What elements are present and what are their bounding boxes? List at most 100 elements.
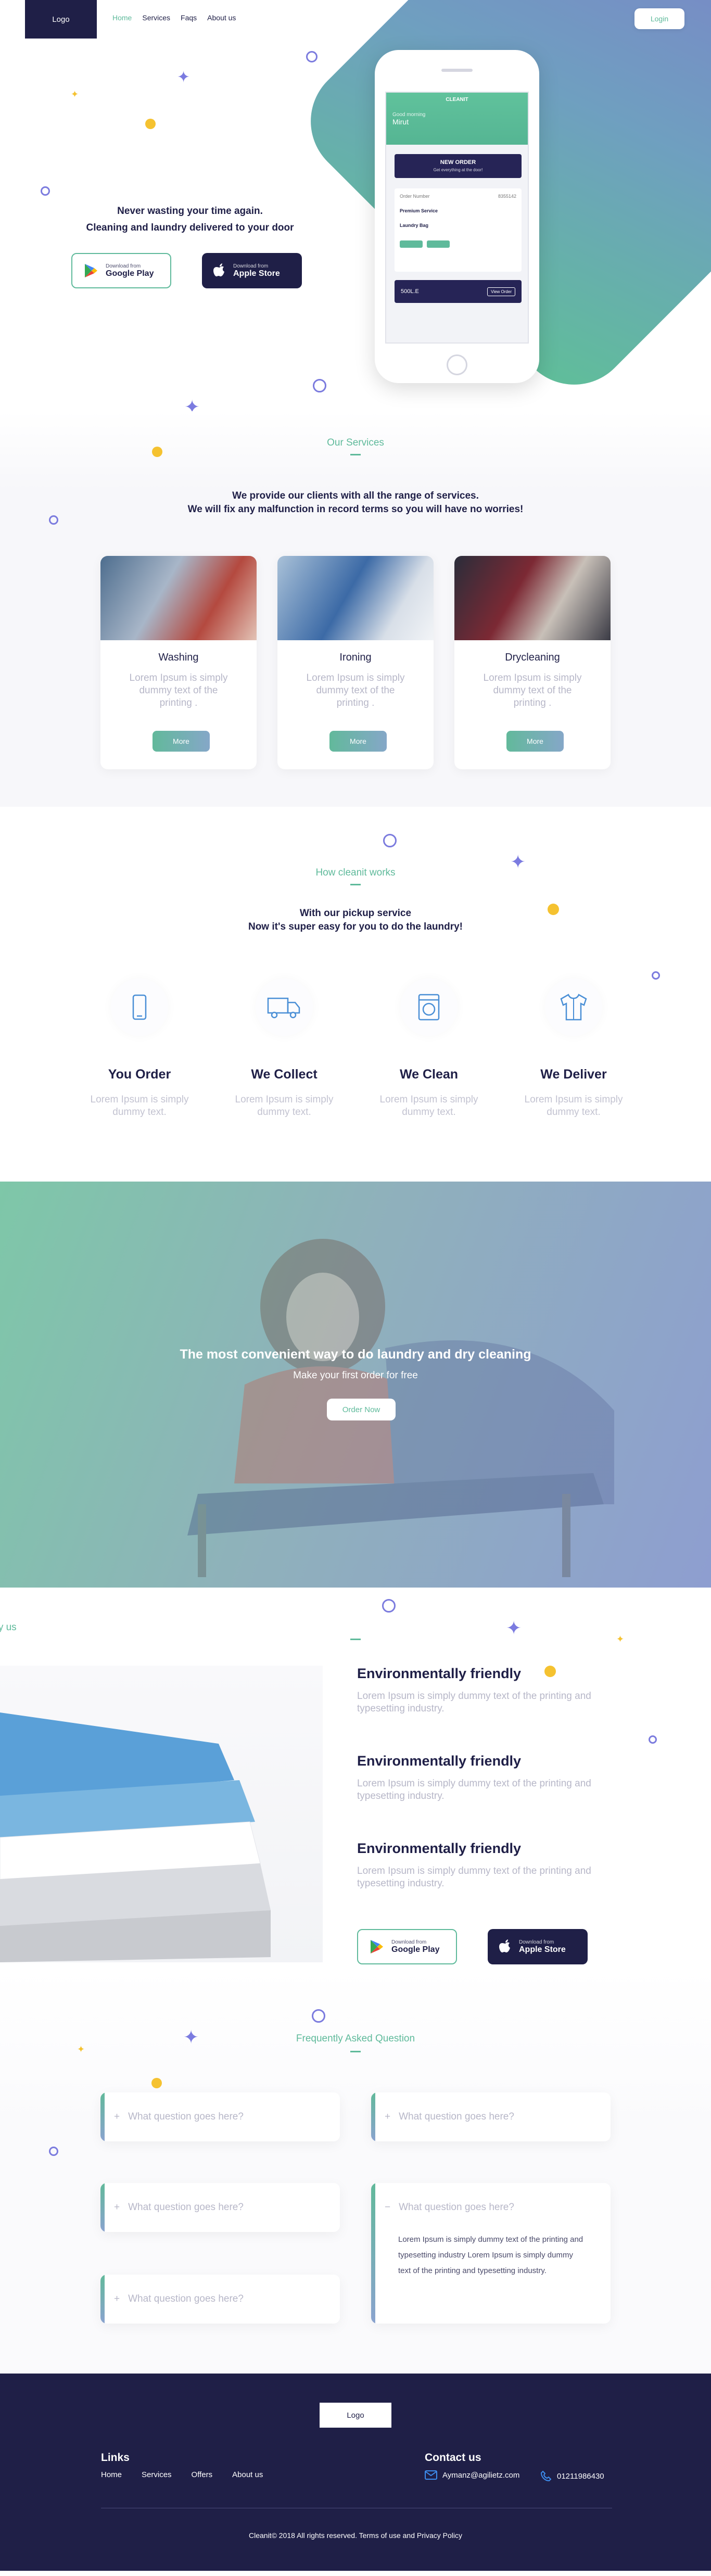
app-view-order[interactable]: View Order <box>487 287 515 296</box>
app-total-bar: 500L.E View Order <box>395 280 522 303</box>
phone-mockup: CLEANIT Good morning Mirut NEW ORDER Get… <box>375 50 539 383</box>
faq-item[interactable]: + What question goes here? <box>371 2092 611 2141</box>
apple-store-button[interactable]: Download from Apple Store <box>202 253 302 288</box>
how-step-clean: We Clean Lorem Ipsum is simply dummy tex… <box>372 979 486 1119</box>
service-more-button[interactable]: More <box>506 731 564 752</box>
footer-phone-text: 01211986430 <box>557 2471 604 2481</box>
footer-email[interactable]: Aymanz@agilietz.com <box>425 2470 519 2480</box>
faq-underline <box>350 2051 361 2052</box>
footer-logo[interactable]: Logo <box>320 2403 391 2428</box>
how-icon-circle <box>545 979 602 1036</box>
service-more-button[interactable]: More <box>153 731 210 752</box>
footer-link-offers[interactable]: Offers <box>192 2470 213 2479</box>
services-section: Our Services We provide our clients with… <box>0 411 711 807</box>
app-new-order-banner[interactable]: NEW ORDER Get everything at the door! <box>395 154 522 178</box>
footer-contact-title: Contact us <box>425 2452 481 2464</box>
banner-title: The most convenient way to do laundry an… <box>180 1347 531 1362</box>
service-more-button[interactable]: More <box>329 731 387 752</box>
dot-decoration <box>151 2078 162 2088</box>
plus-icon: + <box>114 2202 120 2213</box>
envelope-icon <box>425 2470 437 2480</box>
google-play-button[interactable]: Download from Google Play <box>71 253 171 288</box>
ring-decoration <box>649 1735 657 1744</box>
faq-accent-bar <box>371 2183 375 2324</box>
how-icon-circle <box>256 979 313 1036</box>
star-decoration: ✦ <box>71 89 79 99</box>
apple-store-button[interactable]: Download from Apple Store <box>488 1929 588 1964</box>
app-laundry-bag: Laundry Bag <box>400 223 429 228</box>
app-header: CLEANIT Good morning Mirut <box>386 93 528 145</box>
why-us-section: ✦ ✦ Why us Environmentally friendly Lore… <box>0 1588 711 1968</box>
google-play-text: Download from Google Play <box>391 1939 439 1955</box>
why-item-desc: Lorem Ipsum is simply dummy text of the … <box>357 1691 591 1714</box>
faq-item-expanded[interactable]: − What question goes here? Lorem Ipsum is… <box>371 2183 611 2324</box>
star-decoration: ✦ <box>616 1634 625 1644</box>
laundry-woman-illustration <box>187 1239 614 1577</box>
how-step-desc: Lorem Ipsum is simply dummy text. <box>235 1094 334 1118</box>
footer-link-about-us[interactable]: About us <box>232 2470 263 2479</box>
service-name: Ironing <box>339 652 372 663</box>
phone-call-icon <box>540 2470 552 2482</box>
star-decoration: ✦ <box>506 1617 522 1639</box>
faq-question-row: + What question goes here? <box>100 2092 340 2141</box>
login-button[interactable]: Login <box>634 8 684 29</box>
footer-link-services[interactable]: Services <box>142 2470 172 2479</box>
nav-about-us[interactable]: About us <box>207 14 236 22</box>
why-item-title: Environmentally friendly <box>357 1666 522 1681</box>
how-sub-1: With our pickup service <box>299 908 412 919</box>
how-step-deliver: We Deliver Lorem Ipsum is simply dummy t… <box>516 979 631 1119</box>
app-new-order-sub: Get everything at the door! <box>433 168 483 172</box>
app-chips <box>400 240 516 248</box>
faq-answer: Lorem Ipsum is simply dummy text of the … <box>398 2235 583 2275</box>
washing-machine-icon <box>418 994 440 1021</box>
service-card-ironing: Ironing Lorem Ipsum is simply dummy text… <box>277 556 434 769</box>
plus-icon: + <box>385 2111 391 2122</box>
google-play-button[interactable]: Download from Google Play <box>357 1929 457 1964</box>
apple-icon <box>213 263 224 276</box>
faq-accent-bar <box>100 2275 105 2324</box>
how-sub-2: Now it's super easy for you to do the la… <box>248 921 463 932</box>
phone-screen: CLEANIT Good morning Mirut NEW ORDER Get… <box>385 92 529 344</box>
footer-link-home[interactable]: Home <box>101 2470 122 2479</box>
star-decoration: ✦ <box>177 69 191 86</box>
services-sub-1: We provide our clients with all the rang… <box>232 490 479 501</box>
apple-store-big: Apple Store <box>233 269 280 278</box>
order-now-button[interactable]: Order Now <box>327 1399 396 1420</box>
footer-phone[interactable]: 01211986430 <box>540 2470 604 2482</box>
hero-section: Logo Home Services Faqs About us Login ✦… <box>0 0 711 411</box>
washing-image <box>100 556 257 640</box>
why-title: Why us <box>0 1622 17 1633</box>
faq-item[interactable]: + What question goes here? <box>100 2183 340 2232</box>
how-title: How cleanit works <box>315 867 396 878</box>
faq-question: What question goes here? <box>128 2111 244 2122</box>
how-icon-circle <box>400 979 458 1036</box>
app-order-number: 8355142 <box>498 194 516 199</box>
apple-store-text: Download from Apple Store <box>519 1939 566 1955</box>
faq-item[interactable]: + What question goes here? <box>100 2092 340 2141</box>
faq-item[interactable]: + What question goes here? <box>100 2275 340 2324</box>
footer: Logo Links Home Services Offers About us… <box>0 2374 711 2571</box>
google-play-icon <box>85 264 97 277</box>
ring-decoration <box>382 1599 396 1613</box>
faq-question: What question goes here? <box>128 2293 244 2304</box>
service-desc: Lorem Ipsum is simply dummy text of the … <box>306 672 405 708</box>
ring-decoration <box>313 379 326 392</box>
nav-faqs[interactable]: Faqs <box>181 14 197 22</box>
ring-decoration <box>383 834 397 847</box>
how-icon-circle <box>111 979 168 1036</box>
drycleaning-image <box>454 556 611 640</box>
apple-store-text: Download from Apple Store <box>233 263 280 278</box>
app-order-row: Order Number 8355142 <box>400 194 516 199</box>
why-item: Environmentally friendly Lorem Ipsum is … <box>357 1841 628 1890</box>
nav-services[interactable]: Services <box>142 14 170 22</box>
nav-home[interactable]: Home <box>112 14 132 22</box>
hero-headline: Never wasting your time again. Cleaning … <box>47 203 333 236</box>
hero-line-1: Never wasting your time again. <box>117 206 263 217</box>
footer-links: Home Services Offers About us <box>101 2470 263 2479</box>
header-logo[interactable]: Logo <box>25 0 97 39</box>
main-nav: Home Services Faqs About us <box>112 14 236 22</box>
star-decoration: ✦ <box>184 396 200 412</box>
apple-store-big: Apple Store <box>519 1945 566 1954</box>
app-new-order: NEW ORDER <box>440 159 476 166</box>
faq-accent-bar <box>100 2183 105 2232</box>
